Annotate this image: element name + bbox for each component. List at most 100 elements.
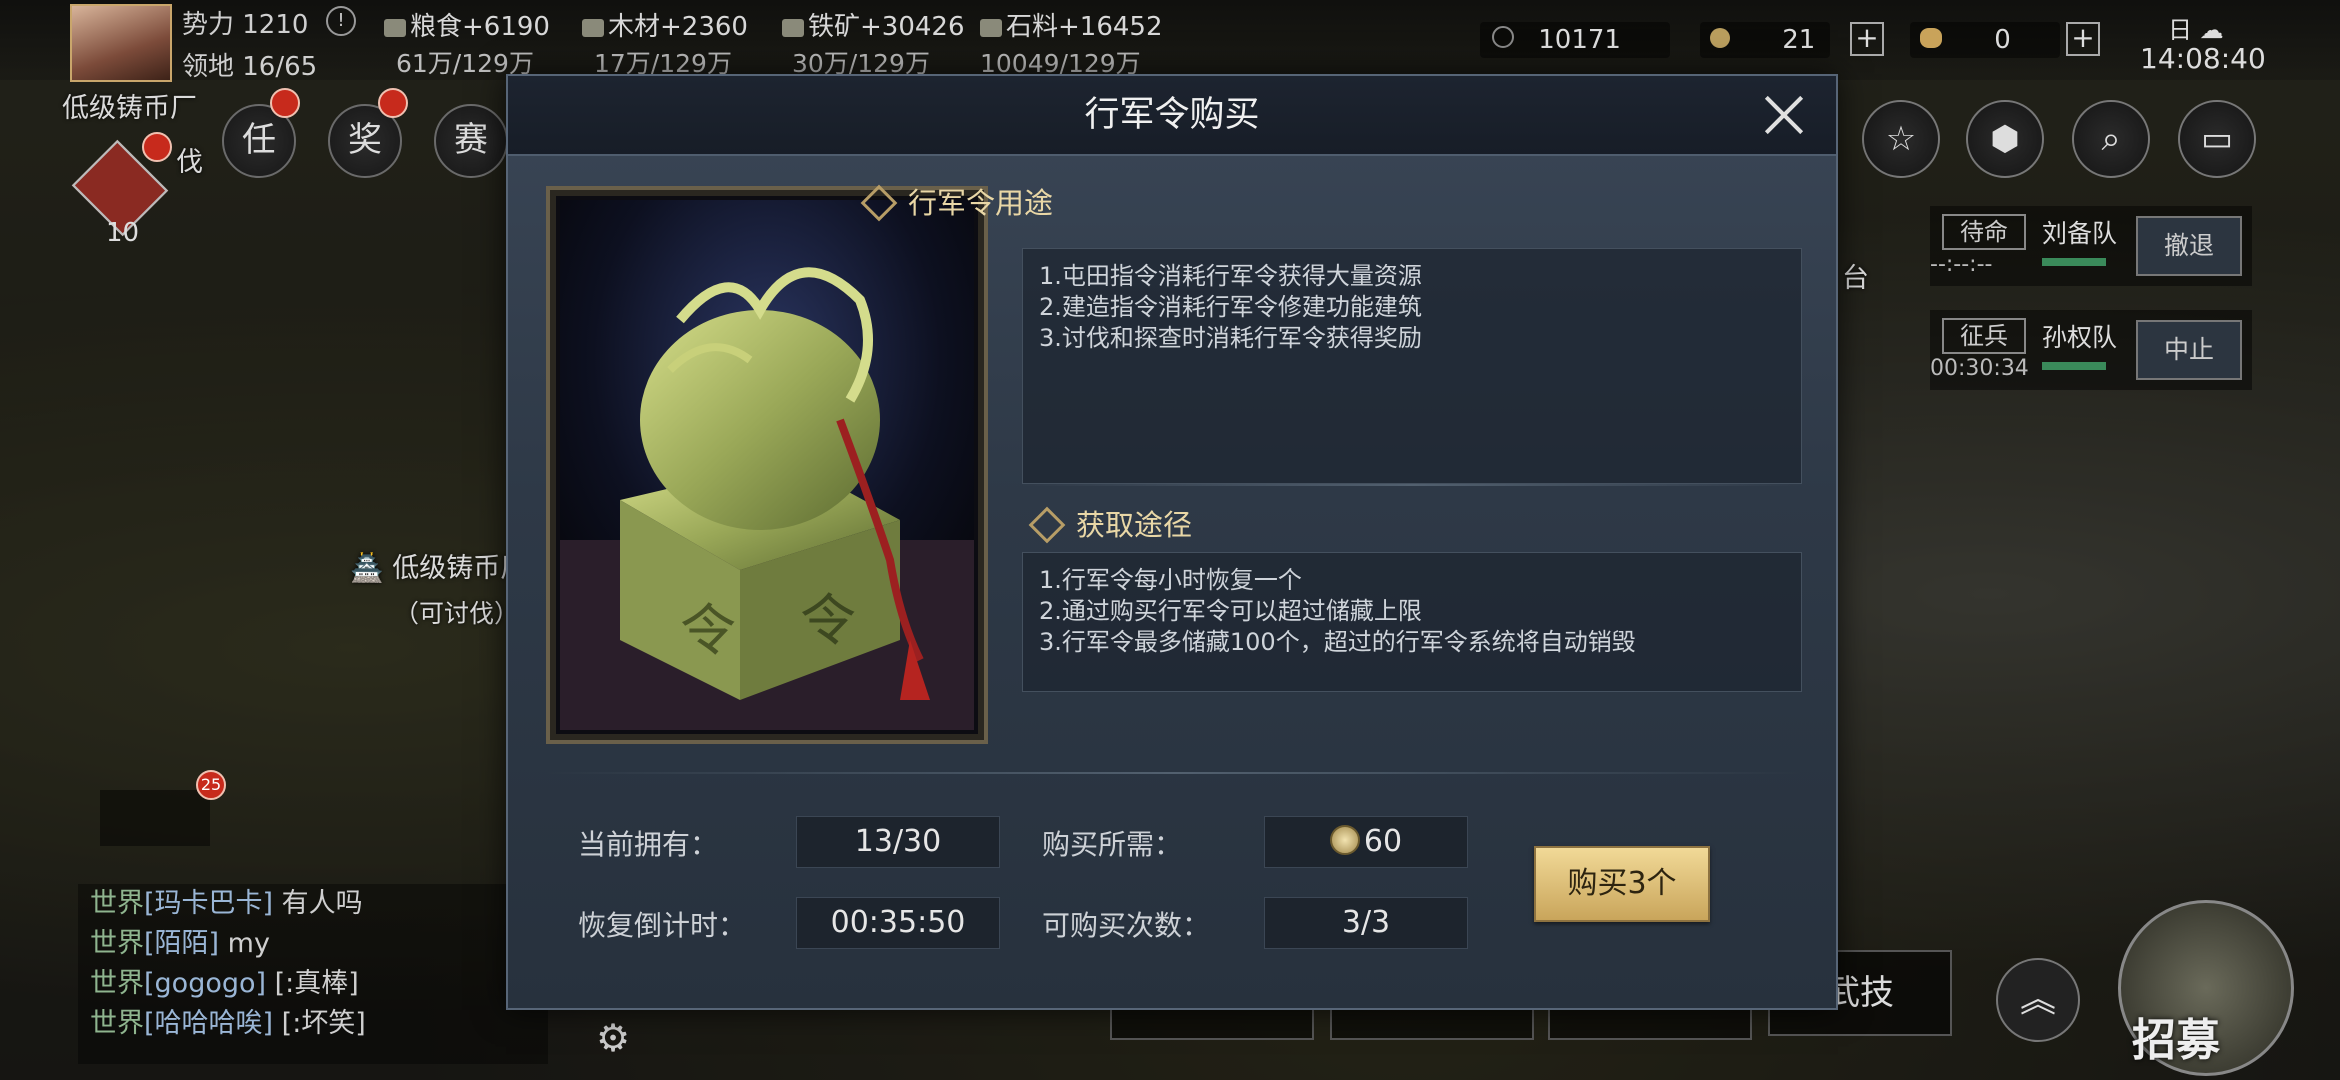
game-clock: 14:08:40 xyxy=(2140,42,2266,75)
troop-name: 刘备队 xyxy=(2042,219,2118,248)
chat-name: [陌陌] xyxy=(144,928,220,959)
stop-button[interactable]: 中止 xyxy=(2136,320,2242,380)
chat-line: 世界[陌陌] my xyxy=(78,924,548,964)
gear-icon[interactable]: ⚙ xyxy=(596,1016,630,1060)
countdown-value: 00:35:50 xyxy=(796,897,1000,949)
owned-label: 当前拥有： xyxy=(578,828,719,861)
cost-label: 购买所需： xyxy=(1042,828,1183,861)
iron-resource[interactable]: 铁矿+30426 xyxy=(782,6,965,43)
attackable-label: （可讨伐） xyxy=(394,599,520,628)
dialog-header: 行军令购买 xyxy=(508,76,1836,156)
map-label-fa: 伐 xyxy=(176,147,203,178)
copper-coin-counter: 10171 xyxy=(1480,22,1670,58)
wood-icon xyxy=(582,18,604,37)
fortress-icon: 🏯 xyxy=(350,553,384,584)
usage-text-box: 1.屯田指令消耗行军令获得大量资源 2.建造指令消耗行军令修建功能建筑 3.讨伐… xyxy=(1022,248,1802,484)
top-bar: 势力 1210 ! 领地 16/65 粮食+6190 61万/129万 木材+2… xyxy=(0,0,2340,82)
chat-message: my xyxy=(227,928,270,959)
usage-title-text: 行军令用途 xyxy=(908,186,1054,220)
star-icon[interactable]: ☆ xyxy=(1862,100,1940,178)
chat-message: 有人吗 xyxy=(281,888,363,919)
task-badge xyxy=(270,88,300,118)
grain-icon xyxy=(384,18,406,37)
player-avatar[interactable] xyxy=(70,4,172,82)
retreat-button[interactable]: 撤退 xyxy=(2136,216,2242,276)
troop-timer: 00:30:34 xyxy=(1930,356,2029,381)
weather-date: 日 ☁ xyxy=(2168,10,2224,45)
buy-count-label: 可购买次数： xyxy=(1042,909,1211,942)
chat-name: [玛卡巴卡] xyxy=(144,888,274,919)
jade-seal-illustration: 令 令 xyxy=(546,186,988,744)
wood-resource[interactable]: 木材+2360 xyxy=(582,6,748,43)
troop-state: 待命 xyxy=(1942,214,2026,250)
stone-resource[interactable]: 石料+16452 xyxy=(980,6,1163,43)
usage-line: 2.建造指令消耗行军令修建功能建筑 xyxy=(1039,293,1422,321)
section-divider xyxy=(1022,484,1802,486)
countdown-label: 恢复倒计时： xyxy=(578,909,747,942)
chevron-up-icon[interactable]: ︽ xyxy=(1996,958,2080,1042)
troop-name: 孙权队 xyxy=(2042,323,2118,352)
add-order-button[interactable]: + xyxy=(1850,22,1884,56)
gold-value: 0 xyxy=(1994,25,2011,55)
food-gain: 粮食+6190 xyxy=(410,12,550,42)
iron-icon xyxy=(782,18,804,37)
troop-progress xyxy=(2042,258,2106,266)
map-label-mint[interactable]: 低级铸币厂 xyxy=(62,86,197,125)
date-label: 日 xyxy=(2168,16,2192,44)
diamond-icon xyxy=(860,184,898,222)
search-icon[interactable]: ⌕ xyxy=(2072,100,2150,178)
source-text-box: 1.行军令每小时恢复一个 2.通过购买行军令可以超过储藏上限 3.行军令最多储藏… xyxy=(1022,552,1802,692)
reward-badge xyxy=(378,88,408,118)
view-toggle-icon[interactable]: ▭ xyxy=(2178,100,2256,178)
source-title-text: 获取途径 xyxy=(1076,508,1193,542)
copper-coin-icon xyxy=(1492,26,1514,48)
chat-channel: 世界 xyxy=(90,928,144,959)
troop-state: 征兵 xyxy=(1942,318,2026,354)
order-coin-icon xyxy=(1710,28,1730,48)
food-resource[interactable]: 粮食+6190 xyxy=(384,6,550,43)
bag-button[interactable] xyxy=(100,790,210,846)
event-button[interactable]: 赛 xyxy=(434,104,508,178)
chat-message: [:坏笑] xyxy=(281,1008,366,1039)
chat-panel[interactable]: 世界[玛卡巴卡] 有人吗 世界[陌陌] my 世界[gogogo] [:真棒] … xyxy=(78,884,548,1064)
owned-value: 13/30 xyxy=(796,816,1000,868)
chat-line: 世界[玛卡巴卡] 有人吗 xyxy=(78,884,548,924)
source-section-title: 获取途径 xyxy=(1028,502,1193,544)
order-value: 21 xyxy=(1782,25,1816,55)
wood-gain: 木材+2360 xyxy=(608,12,748,42)
territory-text: 领地 16/65 xyxy=(182,52,318,82)
map-label-mint-2[interactable]: 🏯 低级铸币厂 xyxy=(350,546,527,585)
chat-name: [哈哈哈唉] xyxy=(144,1008,274,1039)
stone-icon xyxy=(980,18,1002,37)
alliance-icon[interactable]: ⬢ xyxy=(1966,100,2044,178)
order-counter: 21 xyxy=(1700,22,1830,58)
usage-section-title: 行军令用途 xyxy=(860,180,1054,222)
chat-channel: 世界 xyxy=(90,888,144,919)
jade-seal-image: 令 令 xyxy=(560,200,974,730)
chat-name: [gogogo] xyxy=(144,968,267,999)
cost-value-box: 60 xyxy=(1264,816,1468,868)
task-count: 10 xyxy=(106,218,140,248)
map-label-tai: 台 xyxy=(1842,263,1869,294)
power-text: 势力 1210 xyxy=(182,10,309,40)
troop-row[interactable]: 征兵 孙权队 00:30:34 中止 xyxy=(1930,310,2252,390)
chat-message: [:真棒] xyxy=(274,968,359,999)
info-icon[interactable]: ! xyxy=(326,6,356,36)
dialog-title: 行军令购买 xyxy=(1084,95,1260,135)
close-icon[interactable] xyxy=(1756,88,1810,142)
diamond-icon xyxy=(1028,506,1066,544)
add-gold-button[interactable]: + xyxy=(2066,22,2100,56)
troop-row[interactable]: 待命 刘备队 --:--:-- 撤退 xyxy=(1930,206,2252,286)
seal-char-right: 令 xyxy=(800,589,856,654)
source-line: 3.行军令最多储藏100个，超过的行军令系统将自动销毁 xyxy=(1039,628,1636,656)
source-line: 1.行军令每小时恢复一个 xyxy=(1039,566,1302,594)
usage-line: 1.屯田指令消耗行军令获得大量资源 xyxy=(1039,262,1422,290)
chat-line: 世界[哈哈哈唉] [:坏笑] xyxy=(78,1004,548,1044)
troop-progress xyxy=(2042,362,2106,370)
order-coin-icon xyxy=(1329,824,1360,855)
recruit-label: 招募 xyxy=(2132,1015,2220,1066)
chat-channel: 世界 xyxy=(90,1008,144,1039)
buy-button[interactable]: 购买3个 xyxy=(1534,846,1710,922)
chat-channel: 世界 xyxy=(90,968,144,999)
cost-value: 60 xyxy=(1363,824,1403,859)
